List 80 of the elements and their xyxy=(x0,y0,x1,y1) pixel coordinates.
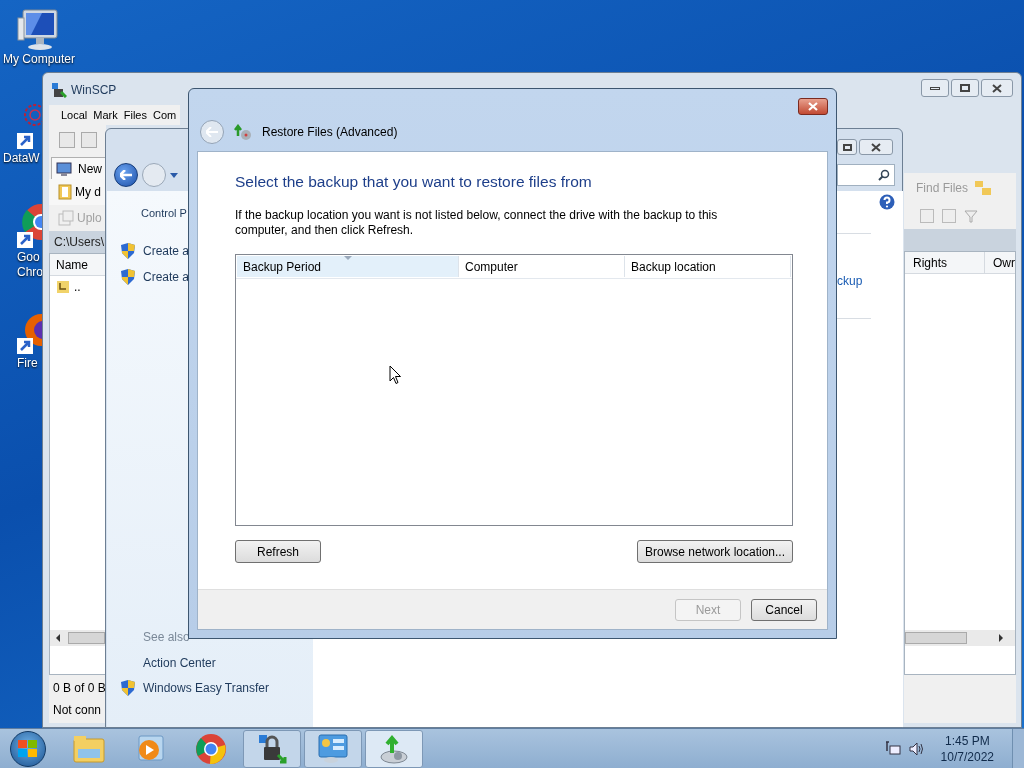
shield-icon xyxy=(121,242,135,259)
path-bar: C:\Users\ xyxy=(49,231,106,253)
clock[interactable]: 1:45 PM 10/7/2022 xyxy=(940,732,994,765)
refresh-button[interactable]: Refresh xyxy=(235,540,321,563)
desktop-icon-label[interactable]: Fire xyxy=(17,356,38,371)
add-icon[interactable] xyxy=(920,209,934,223)
desktop-icon-label[interactable]: Goo xyxy=(17,250,40,265)
chrome-icon[interactable] xyxy=(195,732,227,765)
close-icon xyxy=(992,83,1002,93)
help-icon[interactable] xyxy=(879,194,895,210)
cancel-button[interactable]: Cancel xyxy=(751,598,817,621)
scroll-right-icon[interactable] xyxy=(997,634,1005,642)
backup-link[interactable]: ckup xyxy=(837,272,863,290)
status-text: 0 B of 0 B xyxy=(53,680,106,697)
see-also-link[interactable]: Action Center xyxy=(143,654,216,672)
maximize-button[interactable] xyxy=(951,79,979,97)
parent-folder-icon xyxy=(56,280,70,294)
maximize-button[interactable] xyxy=(837,139,857,155)
see-also-link[interactable]: Windows Easy Transfer xyxy=(143,679,270,697)
back-button[interactable] xyxy=(114,163,138,187)
search-field[interactable] xyxy=(837,164,895,186)
mouse-cursor-icon xyxy=(389,365,402,385)
desktop-icon-label[interactable]: DataW xyxy=(3,151,40,166)
show-desktop-button[interactable] xyxy=(1012,728,1024,768)
winscp-logo-icon xyxy=(51,82,67,98)
volume-icon[interactable] xyxy=(908,740,925,757)
padlock-icon xyxy=(256,732,288,765)
media-player-icon[interactable] xyxy=(136,734,164,763)
taskbar-button[interactable] xyxy=(243,729,301,768)
column-header[interactable]: Owr xyxy=(985,252,1015,273)
upload-icon xyxy=(58,210,74,226)
desktop-icon-label[interactable]: My Computer xyxy=(3,52,75,67)
instruction-text: If the backup location you want is not listed below, connect the drive with the backup to this computer, and then click Refresh. xyxy=(235,208,719,238)
status-text: Not conn xyxy=(53,702,103,719)
folder-icon xyxy=(58,184,72,200)
dialog-heading: Select the backup that you want to restore files from xyxy=(235,172,593,192)
close-button[interactable] xyxy=(859,139,893,155)
computer-icon xyxy=(17,8,61,52)
shield-icon xyxy=(121,268,135,285)
menu-item[interactable]: Mark xyxy=(93,106,118,124)
desktop-icon-label[interactable]: Chro xyxy=(17,265,43,280)
remove-icon[interactable] xyxy=(942,209,956,223)
start-button[interactable] xyxy=(10,730,46,767)
column-header[interactable]: Rights xyxy=(905,252,985,273)
menu-item[interactable]: Files xyxy=(123,106,147,124)
back-arrow-icon xyxy=(120,170,132,180)
menu-item[interactable]: Com xyxy=(153,106,177,124)
taskbar-button[interactable] xyxy=(304,729,362,768)
folder-icon[interactable] xyxy=(73,734,105,763)
toolbar-icon[interactable] xyxy=(59,132,75,148)
dropdown-caret-icon[interactable] xyxy=(170,172,178,178)
network-icon[interactable] xyxy=(884,740,901,757)
sort-arrow-icon xyxy=(344,256,352,260)
control-panel-icon xyxy=(317,732,349,765)
column-header[interactable]: Name xyxy=(50,254,105,276)
windows-logo-icon xyxy=(18,739,38,758)
file-name[interactable]: .. xyxy=(74,278,81,296)
minimize-button[interactable] xyxy=(921,79,949,97)
close-button[interactable] xyxy=(798,98,828,115)
column-header[interactable]: Backup Period xyxy=(237,256,459,277)
monitor-icon xyxy=(56,160,74,177)
backup-drive-icon xyxy=(378,732,410,765)
close-button[interactable] xyxy=(981,79,1013,97)
horizontal-scrollbar[interactable] xyxy=(50,630,105,646)
browse-network-button[interactable]: Browse network location... xyxy=(637,540,793,563)
search-icon xyxy=(878,169,890,181)
filter-icon[interactable] xyxy=(964,209,978,223)
menu-item[interactable]: Local xyxy=(61,106,88,124)
network-icon xyxy=(15,103,42,151)
back-arrow-icon xyxy=(206,127,218,137)
session-tab[interactable]: New xyxy=(51,157,106,179)
backup-icon xyxy=(234,124,252,140)
window-title: WinSCP xyxy=(71,82,117,99)
toolbar-icon[interactable] xyxy=(81,132,97,148)
horizontal-scrollbar[interactable] xyxy=(905,630,1015,646)
close-icon xyxy=(808,102,818,111)
scroll-left-icon[interactable] xyxy=(54,634,62,642)
dialog-title: Restore Files (Advanced) xyxy=(262,124,398,141)
close-icon xyxy=(871,142,881,152)
shield-icon xyxy=(121,680,135,696)
